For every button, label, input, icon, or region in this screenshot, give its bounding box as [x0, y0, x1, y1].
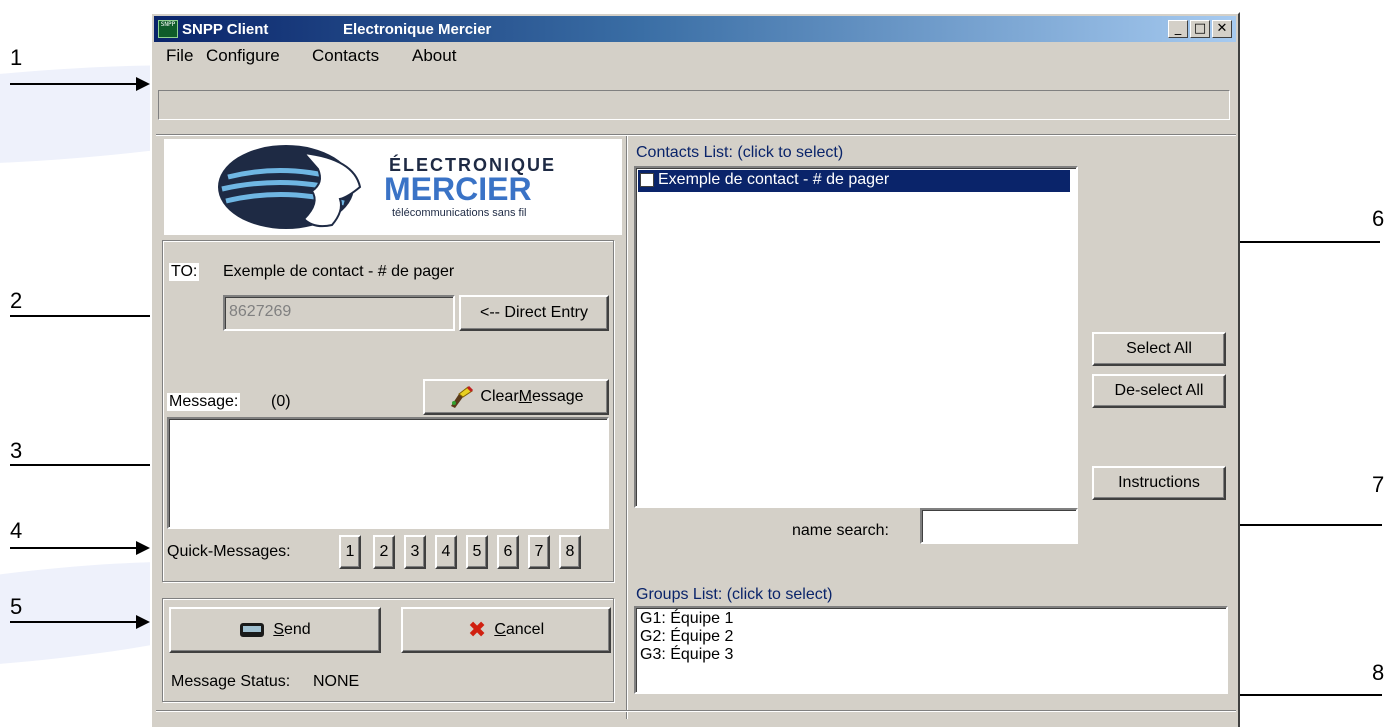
quick-message-6-button[interactable]: 6	[497, 535, 519, 569]
send-button[interactable]: Send	[169, 607, 381, 653]
groups-list[interactable]: G1: Équipe 1 G2: Équipe 2 G3: Équipe 3	[634, 606, 1228, 694]
annotation-arrow	[10, 541, 150, 555]
pager-app-icon: SNPP	[158, 20, 178, 38]
contacts-list[interactable]: Exemple de contact - # de pager	[634, 166, 1078, 508]
company-logo: ÉLECTRONIQUE MERCIER télécommunications …	[164, 139, 622, 235]
quick-message-7-button[interactable]: 7	[528, 535, 550, 569]
groups-list-label: Groups List: (click to select)	[636, 586, 833, 603]
compose-group: TO: Exemple de contact - # de pager 8627…	[162, 240, 614, 582]
quick-message-1-button[interactable]: 1	[339, 535, 361, 569]
app-title: SNPP Client	[182, 21, 269, 38]
contact-row[interactable]: Exemple de contact - # de pager	[638, 170, 1070, 192]
quick-message-4-button[interactable]: 4	[435, 535, 457, 569]
contact-name: Exemple de contact - # de pager	[658, 171, 890, 188]
menu-bar: File Configure Contacts About	[154, 44, 1236, 68]
contacts-list-label: Contacts List: (click to select)	[636, 144, 844, 161]
annotation-number: 5	[10, 594, 23, 619]
quick-message-8-button[interactable]: 8	[559, 535, 581, 569]
annotation-number: 1	[10, 45, 23, 70]
pager-number-field[interactable]: 8627269	[223, 295, 455, 331]
direct-entry-button[interactable]: <-- Direct Entry	[459, 295, 609, 331]
annotation-number: 2	[10, 288, 23, 313]
message-status-value: NONE	[313, 673, 360, 690]
menu-contacts[interactable]: Contacts	[312, 46, 379, 66]
group-item[interactable]: G1: Équipe 1	[640, 610, 733, 628]
company-title: Electronique Mercier	[343, 21, 492, 38]
minimize-icon[interactable]: _	[1168, 20, 1188, 38]
annotation-number: 8	[1372, 660, 1385, 685]
contact-checkbox[interactable]	[640, 173, 654, 187]
group-item[interactable]: G3: Équipe 3	[640, 646, 733, 664]
annotation-number: 3	[10, 438, 23, 463]
cancel-button[interactable]: ✖ Cancel	[401, 607, 611, 653]
quick-message-2-button[interactable]: 2	[373, 535, 395, 569]
quick-message-5-button[interactable]: 5	[466, 535, 488, 569]
close-icon[interactable]: ✕	[1212, 20, 1232, 38]
quick-message-3-button[interactable]: 3	[404, 535, 426, 569]
instructions-button[interactable]: Instructions	[1092, 466, 1226, 500]
annotation-number: 6	[1372, 206, 1385, 231]
message-label: Message:	[167, 393, 241, 411]
to-contact-name: Exemple de contact - # de pager	[223, 263, 455, 280]
pager-icon	[240, 623, 265, 637]
annotation-number: 7	[1372, 472, 1385, 497]
eraser-icon	[451, 385, 474, 408]
message-char-count: (0)	[271, 393, 291, 410]
message-status-label: Message Status:	[171, 673, 291, 690]
message-textarea[interactable]	[167, 417, 609, 529]
menu-configure[interactable]: Configure	[206, 46, 280, 66]
divider	[626, 136, 628, 719]
logo-line-2: MERCIER	[384, 171, 532, 207]
annotation-number: 4	[10, 518, 23, 543]
divider	[156, 134, 1236, 136]
divider	[156, 710, 1236, 712]
to-label: TO:	[169, 263, 200, 281]
logo-line-3: télécommunications sans fil	[392, 207, 527, 219]
annotation-arrow	[10, 77, 150, 91]
title-bar[interactable]: SNPP SNPP Client Electronique Mercier _ …	[154, 16, 1236, 42]
select-all-button[interactable]: Select All	[1092, 332, 1226, 366]
menu-file[interactable]: File	[166, 46, 193, 66]
menu-about[interactable]: About	[412, 46, 456, 66]
maximize-icon[interactable]: □	[1190, 20, 1210, 38]
cancel-x-icon: ✖	[467, 617, 487, 643]
name-search-label: name search:	[792, 522, 889, 539]
toolbar-strip	[158, 90, 1230, 120]
name-search-input[interactable]	[920, 508, 1078, 544]
app-window: SNPP SNPP Client Electronique Mercier _ …	[150, 12, 1240, 727]
clear-message-button[interactable]: Clear Message	[423, 379, 609, 415]
annotation-arrow	[10, 615, 150, 629]
quick-messages-label: Quick-Messages:	[167, 543, 291, 560]
send-group: Send ✖ Cancel Message Status: NONE	[162, 598, 614, 702]
group-item[interactable]: G2: Équipe 2	[640, 628, 733, 646]
deselect-all-button[interactable]: De-select All	[1092, 374, 1226, 408]
